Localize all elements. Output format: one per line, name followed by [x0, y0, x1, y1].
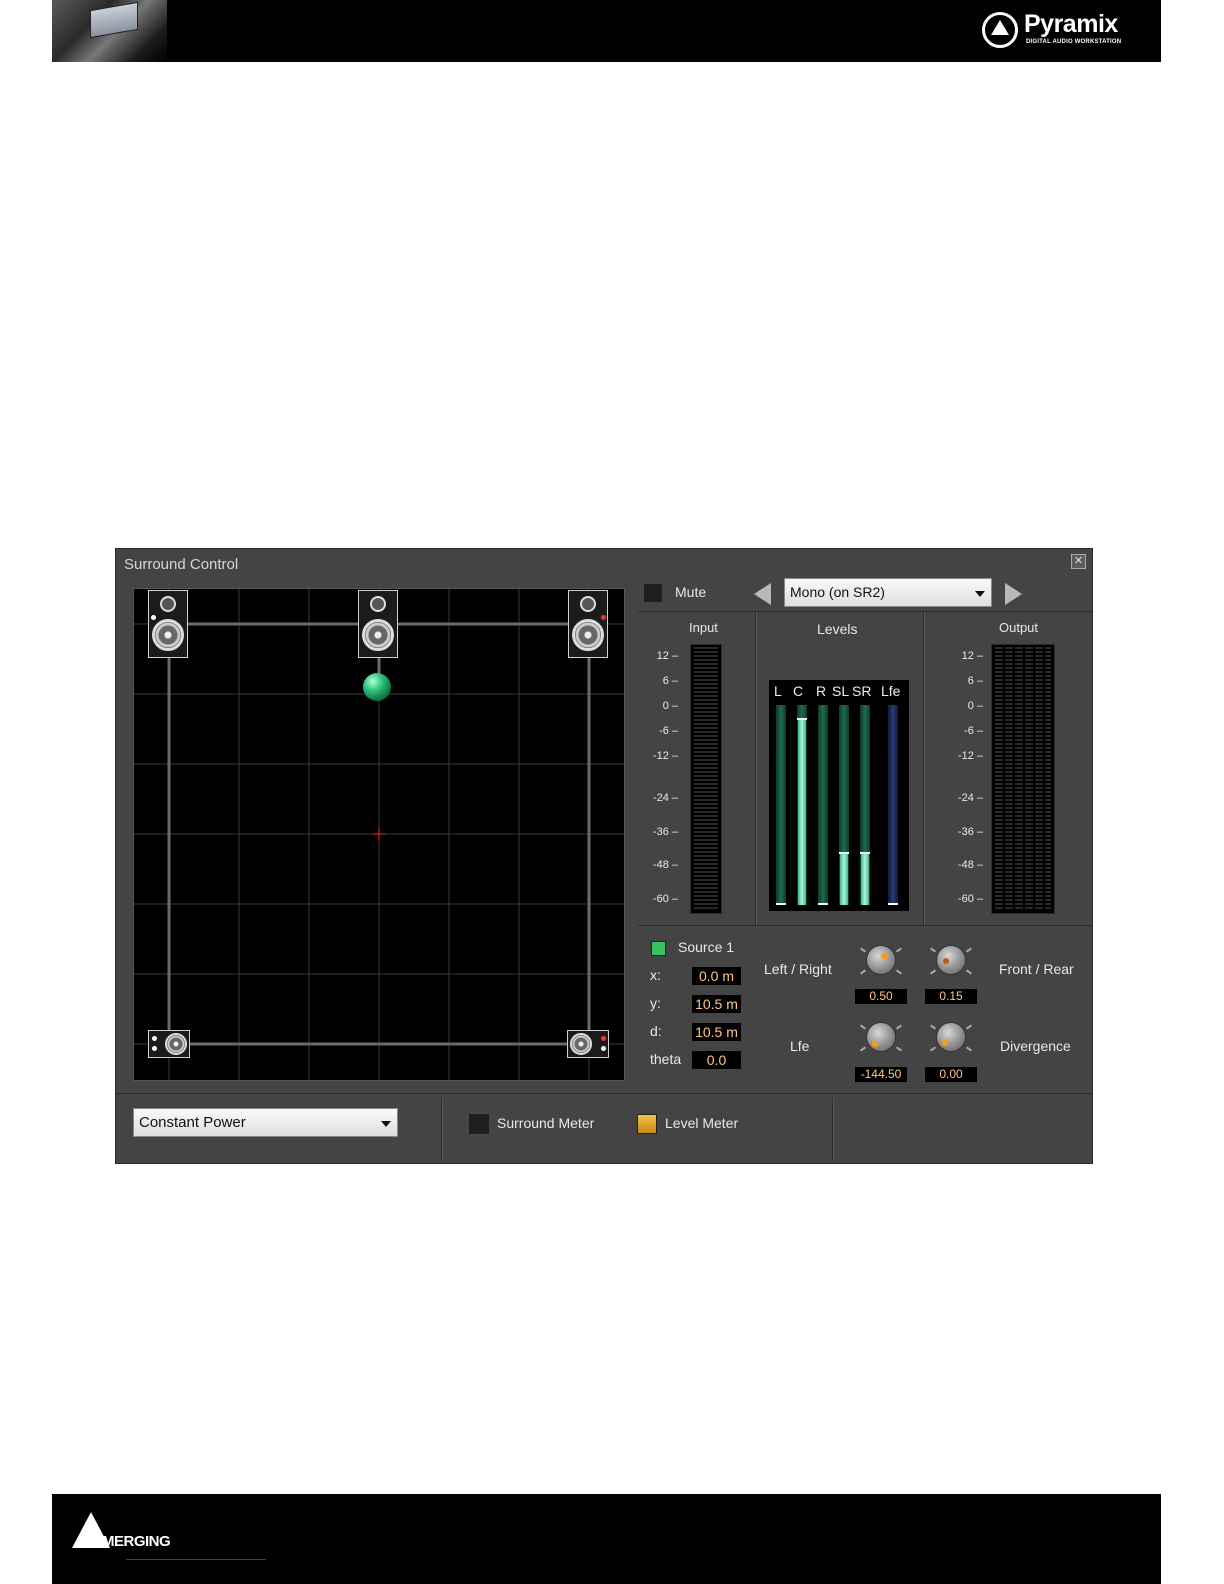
pan-law-dropdown[interactable]: Constant Power [133, 1108, 398, 1137]
mute-label: Mute [675, 584, 707, 600]
channel-label: R [816, 683, 827, 699]
level-meter-label: Level Meter [665, 1115, 739, 1131]
lfe-value: -144.50 [855, 1067, 907, 1082]
surround-meter-checkbox[interactable] [469, 1114, 489, 1134]
x-label: x: [650, 967, 661, 983]
pyramix-logo: Pyramix DIGITAL AUDIO WORKSTATION [982, 10, 1147, 52]
input-meter-title: Input [689, 620, 718, 635]
left-right-label: Left / Right [764, 961, 832, 977]
lfe-knob[interactable] [859, 1016, 903, 1058]
channel-label: SL [832, 683, 850, 699]
speaker-right-icon[interactable] [568, 590, 608, 658]
routing-row: Mute Mono (on SR2) [638, 575, 1093, 612]
y-value-field[interactable]: 10.5 m [692, 995, 741, 1013]
channel-level-bar [839, 705, 849, 905]
theta-label: theta [650, 1051, 682, 1067]
channel-levels-meter: L C R SL SR Lfe [769, 680, 909, 911]
meter-scale-label: 0 – [967, 700, 983, 712]
meter-scale-label: 0 – [662, 700, 678, 712]
output-meter-title: Output [999, 620, 1039, 635]
meters-section: Input 12 – 6 – 0 – -6 – -12 – -24 – -36 – -48 –… [638, 612, 1093, 926]
merging-brand: MERGING [102, 1533, 171, 1550]
meter-scale-label: -12 – [652, 750, 678, 762]
chevron-down-icon [381, 1121, 391, 1127]
meter-scale-label: -24 – [957, 792, 983, 804]
channel-level-bar [888, 705, 898, 905]
routing-dropdown[interactable]: Mono (on SR2) [784, 578, 992, 607]
meter-scale-label: 6 – [662, 675, 678, 687]
source-active-led [651, 941, 666, 956]
d-value-field[interactable]: 10.5 m [692, 1023, 741, 1041]
merging-logo: MERGING [72, 1512, 232, 1552]
center-cross [372, 827, 386, 841]
meter-scale-label: -60 – [652, 893, 678, 905]
speaker-center-icon[interactable] [358, 590, 398, 658]
previous-arrow-icon[interactable] [754, 583, 771, 605]
meter-scale-label: -48 – [957, 859, 983, 871]
pyramix-triangle-logo-icon [982, 12, 1018, 48]
x-value-field[interactable]: 0.0 m [692, 967, 741, 985]
channel-level-bar [818, 705, 828, 905]
left-right-knob[interactable] [859, 939, 903, 981]
y-label: y: [650, 995, 661, 1011]
channel-level-bar [776, 705, 786, 905]
channel-label: Lfe [881, 683, 901, 699]
channel-label: SR [852, 683, 872, 699]
source-position-handle[interactable] [363, 673, 391, 701]
speaker-surround-left-icon[interactable] [148, 1030, 190, 1058]
source-controls: Source 1 x: 0.0 m y: 10.5 m d: 10.5 m th… [638, 926, 1093, 1092]
page-footer: MERGING [52, 1494, 1161, 1584]
speaker-surround-right-icon[interactable] [567, 1030, 609, 1058]
window-title: Surround Control [124, 556, 239, 573]
channel-label: C [793, 683, 804, 699]
theta-value-field[interactable]: 0.0 [692, 1051, 741, 1069]
meter-scale-label: -24 – [652, 792, 678, 804]
surround-meter-label: Surround Meter [497, 1115, 595, 1131]
channel-level-bar [797, 705, 807, 905]
front-rear-knob[interactable] [929, 939, 973, 981]
speaker-left-icon[interactable] [148, 590, 188, 658]
chevron-down-icon [975, 591, 985, 597]
channel-level-bar [860, 705, 870, 905]
output-meter [991, 644, 1055, 914]
meter-scale-label: -6 – [964, 725, 983, 737]
surround-control-window: Surround Control ✕ Mute Mono (on SR2) In… [115, 548, 1093, 1164]
pan-law-value: Constant Power [139, 1114, 246, 1131]
close-icon[interactable]: ✕ [1071, 554, 1086, 569]
divergence-value: 0.00 [925, 1067, 977, 1082]
footer-link-underline [126, 1559, 266, 1560]
source-label: Source 1 [678, 939, 735, 955]
page-header: Pyramix DIGITAL AUDIO WORKSTATION [52, 0, 1161, 62]
input-meter [690, 644, 722, 914]
routing-value: Mono (on SR2) [790, 584, 885, 600]
front-rear-label: Front / Rear [999, 961, 1074, 977]
divergence-knob[interactable] [929, 1016, 973, 1058]
brand-name: Pyramix [1024, 10, 1118, 38]
d-label: d: [650, 1023, 662, 1039]
meter-scale-label: -6 – [659, 725, 678, 737]
studio-photo [52, 0, 167, 62]
front-rear-value: 0.15 [925, 989, 977, 1004]
meter-scale-label: 12 – [656, 650, 678, 662]
channel-label: L [774, 683, 782, 699]
meter-scale-label: -48 – [652, 859, 678, 871]
brand-tagline: DIGITAL AUDIO WORKSTATION [1026, 39, 1122, 45]
surround-field[interactable] [133, 588, 625, 1081]
divergence-label: Divergence [1000, 1038, 1071, 1054]
mute-checkbox[interactable] [644, 584, 662, 602]
lfe-label: Lfe [790, 1038, 810, 1054]
left-right-value: 0.50 [855, 989, 907, 1004]
next-arrow-icon[interactable] [1005, 583, 1022, 605]
meter-scale-label: -12 – [957, 750, 983, 762]
levels-title: Levels [817, 621, 858, 637]
meter-scale-label: -36 – [957, 826, 983, 838]
meter-scale-label: -60 – [957, 893, 983, 905]
meter-scale-label: -36 – [652, 826, 678, 838]
bottom-toolbar: Constant Power Surround Meter Level Mete… [116, 1093, 1092, 1164]
meter-scale-label: 6 – [967, 675, 983, 687]
meter-scale-label: 12 – [961, 650, 983, 662]
field-grid [134, 589, 624, 1080]
level-meter-checkbox[interactable] [637, 1114, 657, 1134]
